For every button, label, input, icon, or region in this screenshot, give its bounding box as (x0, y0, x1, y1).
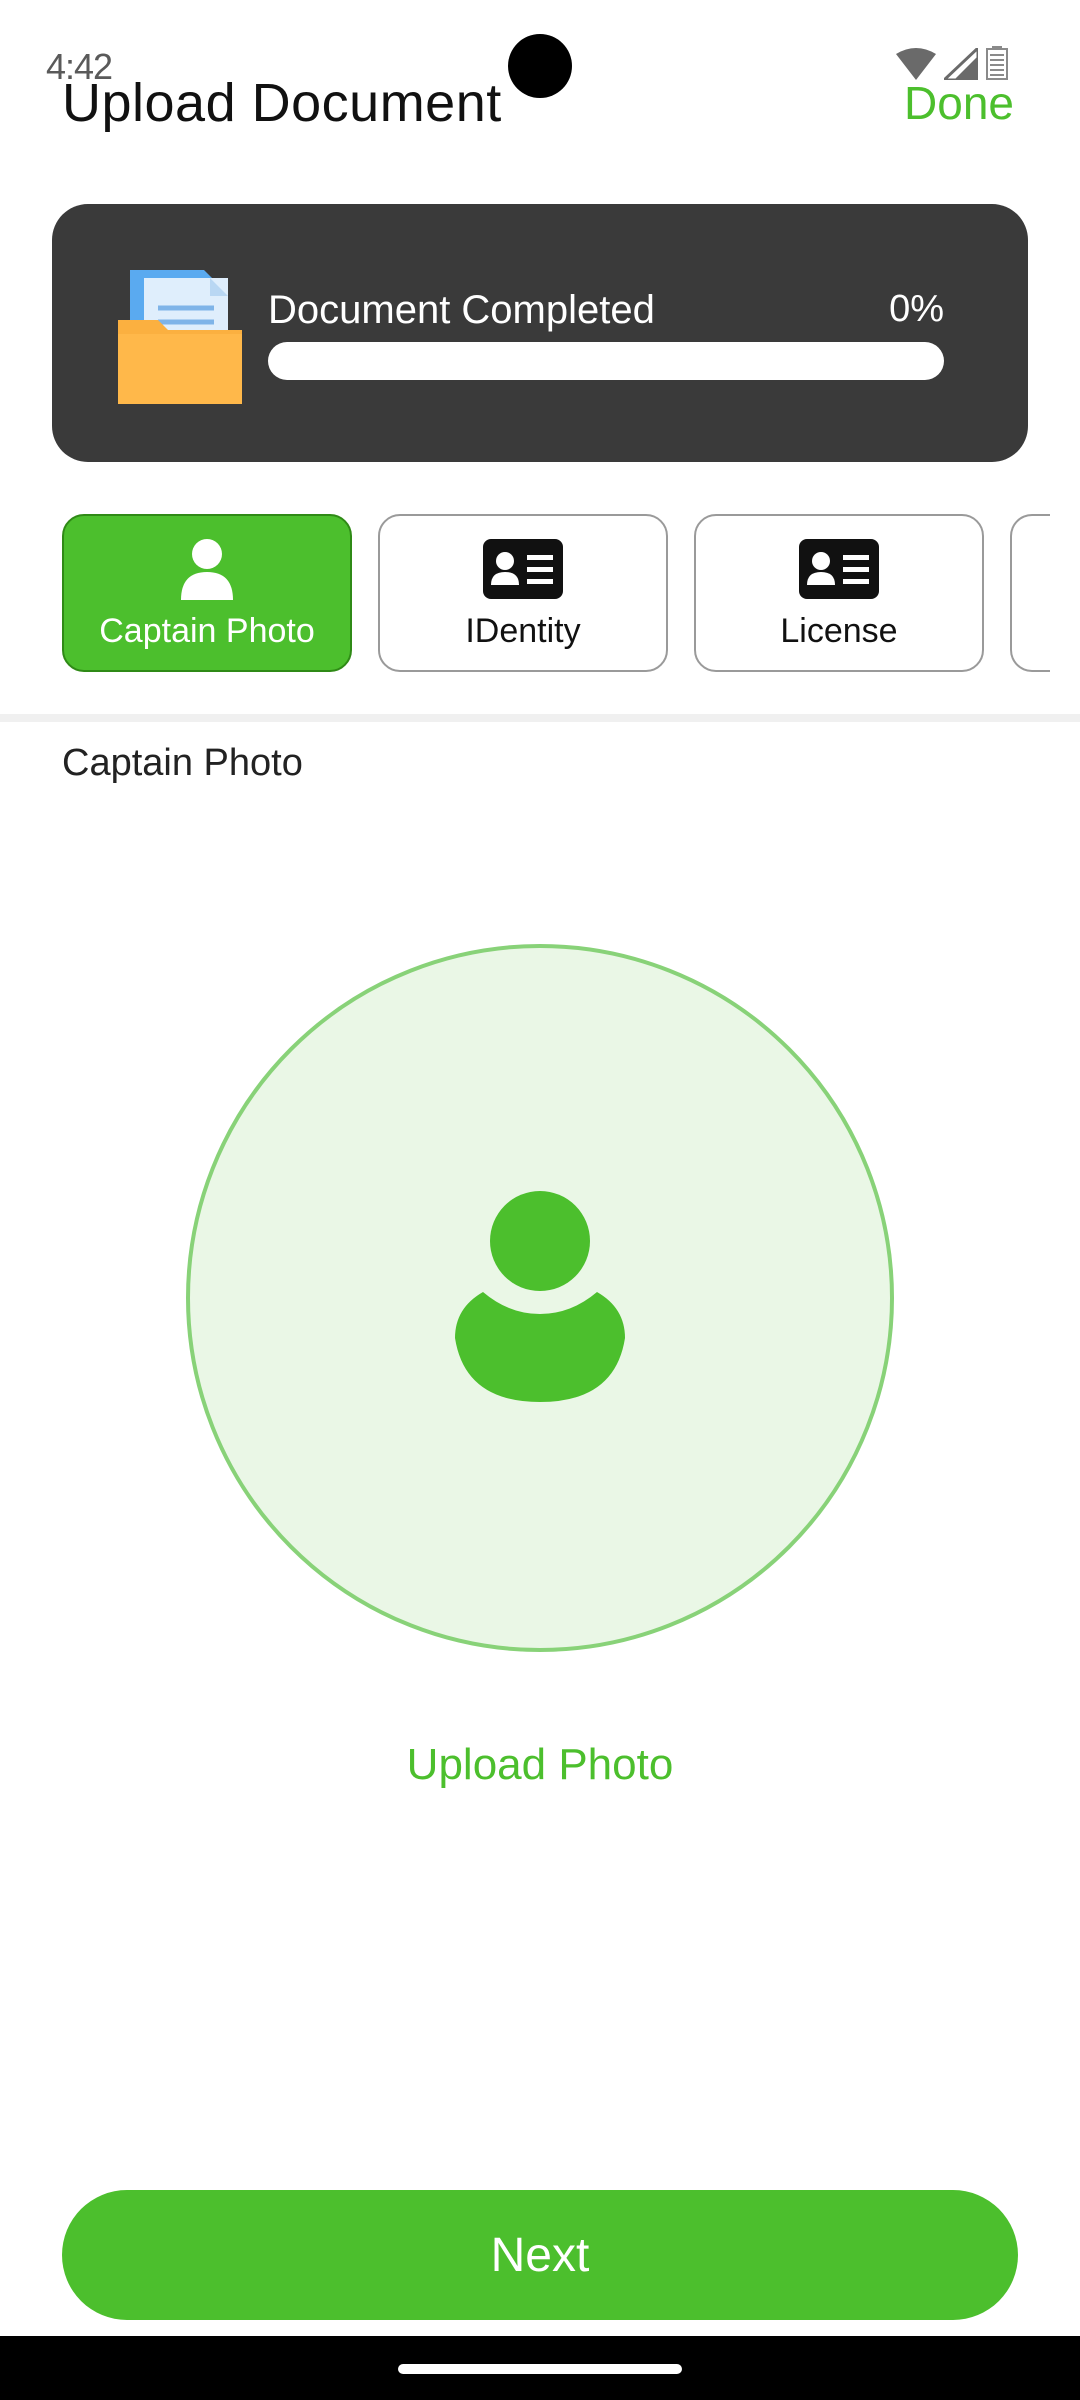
progress-label: Document Completed (268, 288, 655, 332)
next-button[interactable]: Next (62, 2190, 1018, 2320)
tab-label: Captain Photo (99, 611, 315, 650)
document-progress-card: Document Completed 0% (52, 204, 1028, 462)
upload-photo-area[interactable] (186, 944, 894, 1652)
person-icon (179, 536, 235, 602)
id-card-icon (483, 536, 563, 602)
system-navigation-bar (0, 2336, 1080, 2400)
page-title: Upload Document (62, 73, 502, 133)
upload-document-screen: 4:42 Upload Document Done Document Compl… (0, 0, 1080, 2400)
tab-next-partial[interactable] (1010, 514, 1050, 672)
home-indicator[interactable] (398, 2364, 682, 2374)
folder-document-icon (118, 264, 244, 404)
section-divider (0, 714, 1080, 722)
tab-captain-photo[interactable]: Captain Photo (62, 514, 352, 672)
tab-label: License (780, 611, 898, 650)
progress-bar (268, 342, 944, 380)
person-icon (455, 1190, 625, 1407)
tab-identity[interactable]: IDentity (378, 514, 668, 672)
tab-license[interactable]: License (694, 514, 984, 672)
section-title: Captain Photo (62, 742, 303, 784)
tab-label: IDentity (465, 611, 581, 650)
done-button[interactable]: Done (904, 76, 1014, 130)
upload-photo-link[interactable]: Upload Photo (0, 1740, 1080, 1790)
progress-percent: 0% (889, 288, 944, 330)
id-card-icon (799, 536, 879, 602)
camera-cutout (508, 34, 572, 98)
document-type-tabs: Captain Photo IDentity License (62, 514, 1080, 674)
